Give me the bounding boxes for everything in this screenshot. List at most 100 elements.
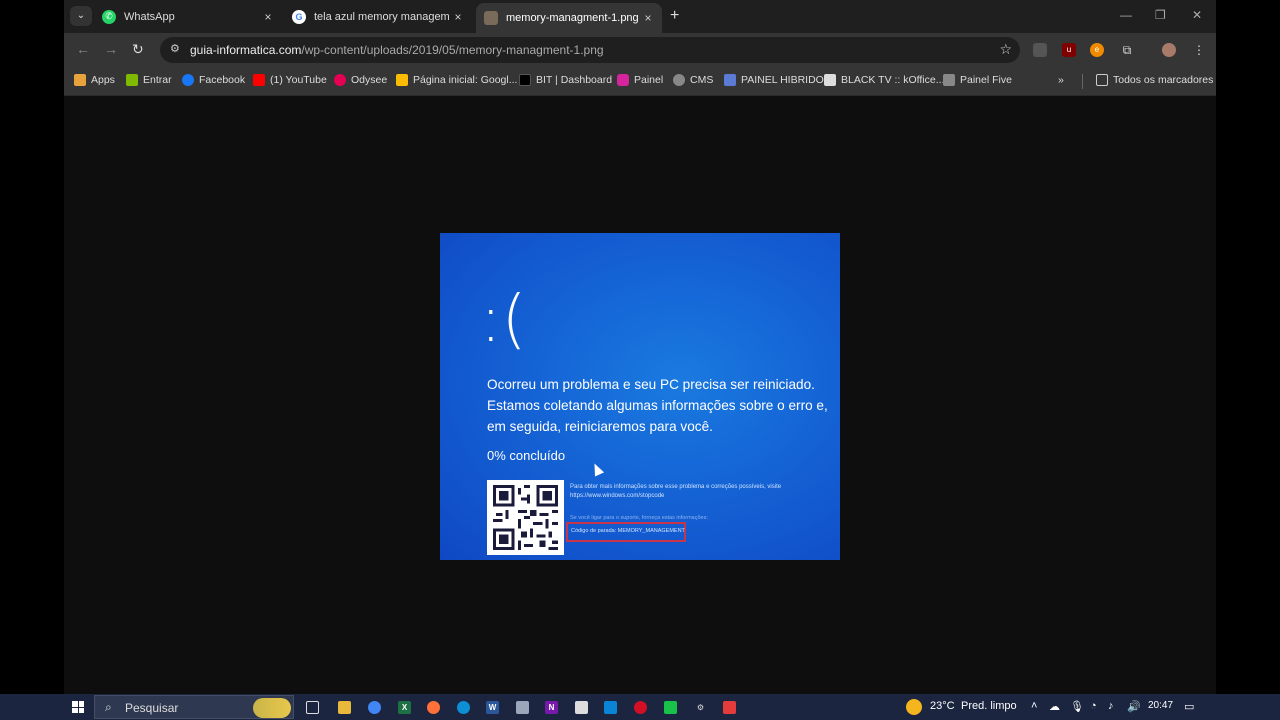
bookmark-label: PAINEL HIBRIDO — [741, 74, 824, 86]
bookmarks-bar: Apps Entrar Facebook (1) YouTube Odysee … — [64, 67, 1216, 96]
whatsapp-icon: ✆ — [102, 9, 116, 24]
weather-condition[interactable]: Pred. limpo — [961, 700, 1017, 712]
back-icon[interactable]: ← — [76, 41, 90, 57]
bsod-image[interactable]: :( Ocorreu um problema e seu PC precisa … — [440, 233, 840, 560]
close-icon[interactable]: × — [260, 10, 276, 24]
bookmark-label: Painel — [634, 74, 664, 86]
all-bookmarks-button[interactable]: Todos os marcadores — [1096, 74, 1213, 86]
microphone-icon[interactable]: 🎙 — [1070, 700, 1084, 713]
bookmark-youtube[interactable]: (1) YouTube — [253, 74, 327, 86]
bookmark-apps[interactable]: Apps — [74, 74, 115, 86]
bookmark-label: Todos os marcadores — [1113, 74, 1214, 86]
bookmark-entrar[interactable]: Entrar — [126, 74, 172, 86]
new-tab-button[interactable]: + — [670, 7, 679, 25]
volume-icon[interactable]: ♪ — [1108, 700, 1114, 712]
site-info-icon[interactable]: ⚙ — [170, 43, 182, 55]
onedrive-icon[interactable]: ☁ — [1049, 700, 1060, 713]
close-icon[interactable]: × — [640, 11, 656, 25]
bookmark-label: BIT | Dashboard — [536, 74, 613, 86]
extension-e-icon[interactable]: e — [1090, 43, 1104, 57]
bookmark-label: CMS — [690, 74, 714, 86]
chrome-icon[interactable] — [368, 701, 381, 714]
url-host: guia-informatica.com — [190, 43, 302, 57]
screen: ⌄ ✆ WhatsApp × G tela azul memory manage… — [0, 0, 1280, 720]
sad-face: :( — [480, 283, 527, 357]
bookmark-painel-five[interactable]: Painel Five — [943, 74, 1012, 86]
facebook-icon — [182, 74, 194, 86]
calculator-icon[interactable] — [516, 701, 529, 714]
calendar-icon[interactable] — [575, 701, 588, 714]
mail-icon[interactable] — [604, 701, 617, 714]
wifi-icon[interactable]: ◔ — [1090, 700, 1097, 712]
letterbox-right — [1216, 0, 1280, 694]
bsod-info-url: https://www.windows.com/stopcode — [570, 493, 665, 499]
close-icon[interactable]: × — [450, 10, 466, 24]
weather-temperature[interactable]: 23°C — [930, 700, 955, 712]
bookmark-star-icon[interactable]: ☆ — [999, 41, 1012, 58]
bookmarks-overflow-button[interactable]: » — [1058, 74, 1064, 86]
notifications-icon[interactable]: ▭ — [1184, 700, 1194, 713]
apps-grid-icon — [74, 74, 86, 86]
camtasia-icon[interactable] — [664, 701, 677, 714]
address-bar[interactable]: ⚙ guia-informatica.com/wp-content/upload… — [160, 37, 1020, 63]
menu-kebab-icon[interactable]: ⋮ — [1192, 43, 1206, 57]
bookmark-label: Entrar — [143, 74, 172, 86]
excel-icon[interactable]: X — [398, 701, 411, 714]
chevron-up-icon[interactable]: ˄ — [1031, 700, 1037, 712]
onenote-icon[interactable]: N — [545, 701, 558, 714]
instagram-icon — [617, 74, 629, 86]
url-path: /wp-content/uploads/2019/05/memory-manag… — [301, 43, 604, 57]
google-ads-icon — [396, 74, 408, 86]
file-explorer-icon[interactable] — [338, 701, 351, 714]
task-view-icon[interactable] — [306, 701, 319, 714]
taskbar-search[interactable]: ⌕ Pesquisar — [94, 695, 294, 719]
forward-icon[interactable]: → — [104, 41, 118, 57]
tab-whatsapp[interactable]: ✆ WhatsApp × — [94, 0, 282, 33]
image-icon — [484, 11, 498, 25]
minimize-icon[interactable]: — — [1120, 8, 1132, 22]
extensions-puzzle-icon[interactable]: ⧉ — [1120, 43, 1134, 57]
close-window-icon[interactable]: ✕ — [1192, 8, 1202, 22]
search-highlight-image — [253, 698, 291, 718]
painel-five-icon — [943, 74, 955, 86]
folder-icon — [1096, 74, 1108, 86]
extension-print-icon[interactable] — [1033, 43, 1047, 57]
stop-code-text: Código de parada: MEMORY_MANAGEMENT — [571, 528, 685, 534]
clock-time[interactable]: 20:47 — [1148, 700, 1173, 711]
bookmark-label: Facebook — [199, 74, 246, 86]
bookmark-cms[interactable]: CMS — [673, 74, 713, 86]
tab-google-search[interactable]: G tela azul memory managemen × — [284, 0, 472, 33]
recorder-icon[interactable] — [723, 701, 736, 714]
bookmark-painel-hibrido[interactable]: PAINEL HIBRIDO — [724, 74, 824, 86]
bookmark-google-ads[interactable]: Página inicial: Googl... — [396, 74, 517, 86]
stop-code-highlight: Código de parada: MEMORY_MANAGEMENT — [566, 522, 686, 542]
edge-icon[interactable] — [457, 701, 470, 714]
bookmark-odysee[interactable]: Odysee — [334, 74, 387, 86]
tab-strip: ⌄ ✆ WhatsApp × G tela azul memory manage… — [64, 0, 1216, 33]
profile-avatar[interactable] — [1162, 43, 1176, 57]
speaker-icon[interactable]: 🔊 — [1127, 700, 1141, 713]
tab-image-active[interactable]: memory-managment-1.png (50 × — [476, 3, 662, 33]
windows-start-icon[interactable] — [72, 701, 84, 713]
bookmark-label: Painel Five — [960, 74, 1012, 86]
reload-icon[interactable]: ↻ — [132, 41, 144, 58]
restore-icon[interactable]: ❐ — [1155, 8, 1166, 22]
browser-window: ⌄ ✆ WhatsApp × G tela azul memory manage… — [64, 0, 1216, 694]
weather-icon[interactable] — [906, 699, 922, 715]
tab-title: tela azul memory managemen — [314, 10, 450, 23]
bookmark-black-tv[interactable]: BLACK TV :: kOffice... — [824, 74, 944, 86]
settings-gear-icon[interactable]: ⚙ — [694, 701, 707, 714]
bookmark-facebook[interactable]: Facebook — [182, 74, 245, 86]
bookmark-label: (1) YouTube — [270, 74, 327, 86]
ublock-icon[interactable]: u — [1062, 43, 1076, 57]
bookmark-label: Página inicial: Googl... — [413, 74, 518, 86]
rocket-icon — [824, 74, 836, 86]
url-text[interactable]: guia-informatica.com/wp-content/uploads/… — [190, 43, 604, 57]
tab-search-button[interactable]: ⌄ — [70, 6, 92, 26]
firefox-icon[interactable] — [427, 701, 440, 714]
bookmark-painel[interactable]: Painel — [617, 74, 663, 86]
bookmark-bit-dashboard[interactable]: BIT | Dashboard — [519, 74, 612, 86]
opera-icon[interactable] — [634, 701, 647, 714]
word-icon[interactable]: W — [486, 701, 499, 714]
bit-icon — [519, 74, 531, 86]
